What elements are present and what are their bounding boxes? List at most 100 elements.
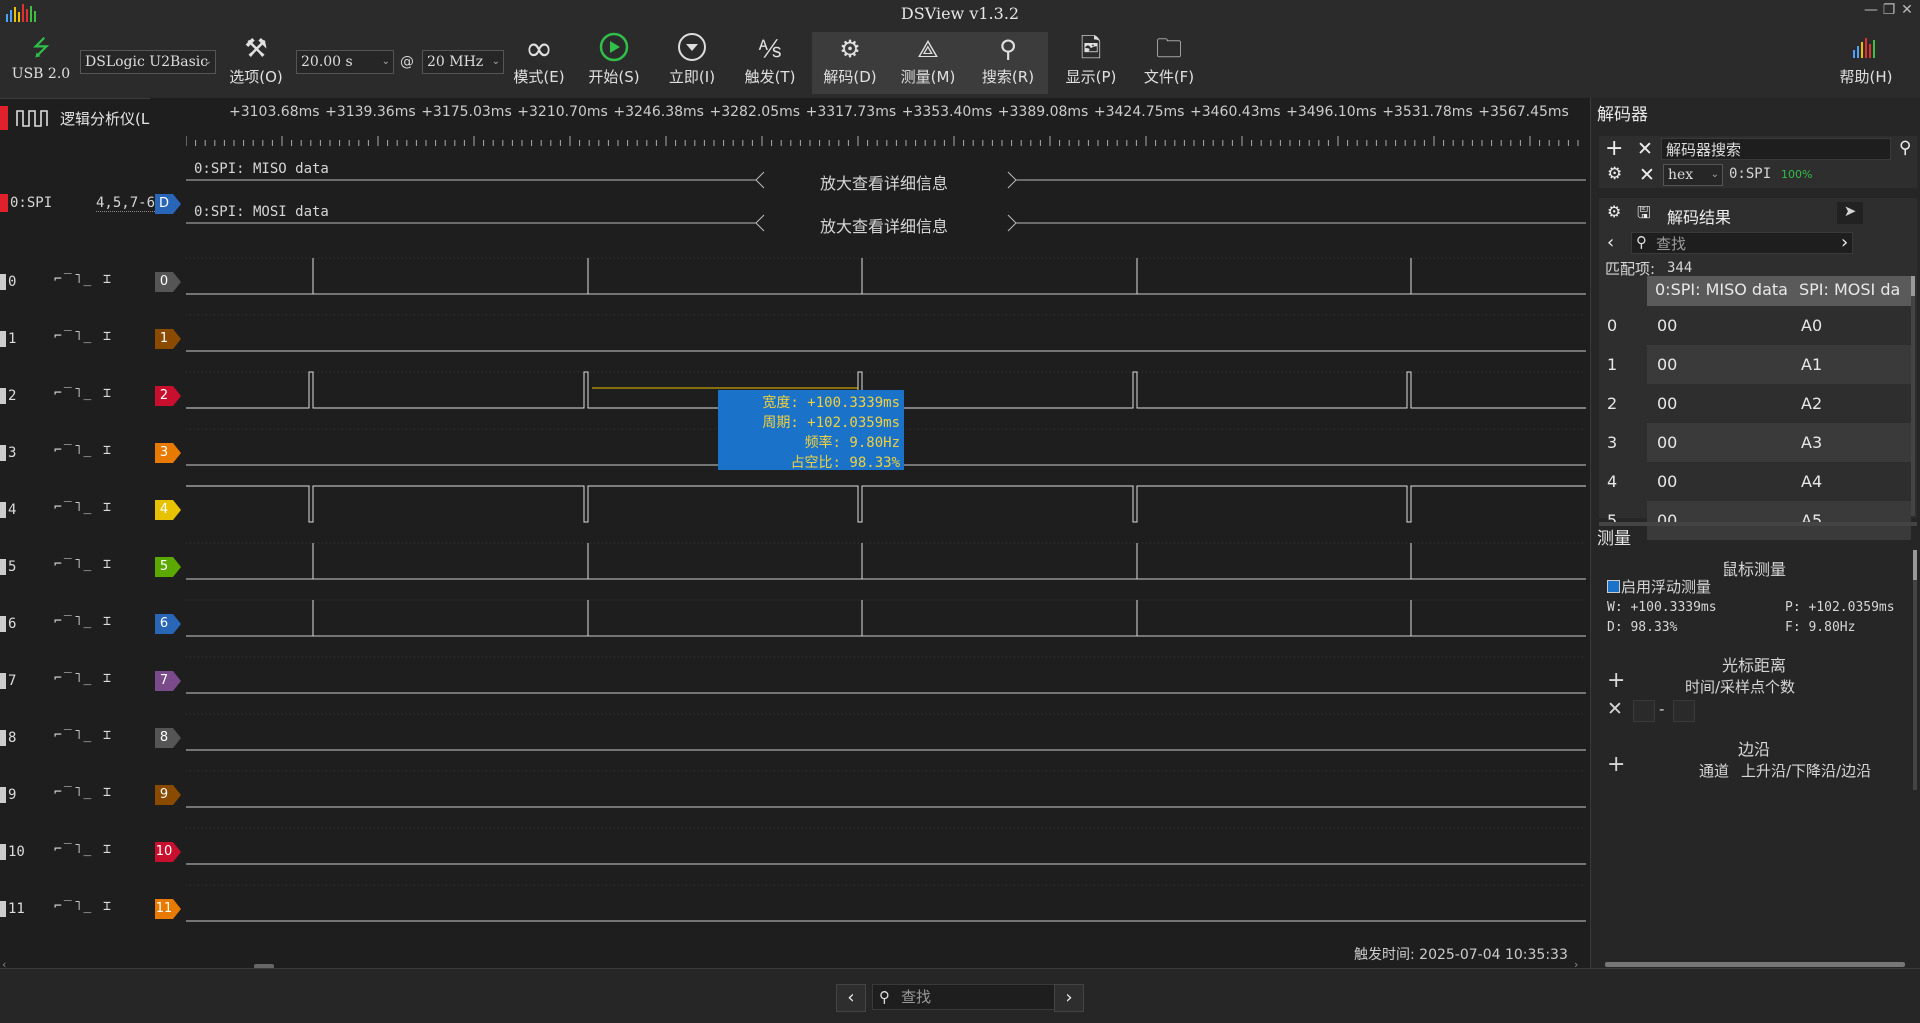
decoder-section: + ✕ 解码器搜索 ⚲ ⚙ ✕ hex ⌄ 0:SPI 100%: [1599, 136, 1917, 188]
file-button[interactable]: 🗀 文件(F): [1134, 32, 1204, 94]
channel-tag: 9: [155, 785, 181, 805]
trigger-type-selector[interactable]: ⌐‾˥_ ⌶: [54, 842, 113, 857]
measure-vscroll[interactable]: [1913, 550, 1917, 790]
trigger-type-selector[interactable]: ⌐‾˥_ ⌶: [54, 329, 113, 344]
delete-decoder-icon[interactable]: ✕: [1639, 164, 1655, 186]
row-mosi: A5: [1801, 511, 1823, 530]
channel-header[interactable]: 1 ⌐‾˥_ ⌶ 1: [0, 327, 186, 357]
channel-marker: [0, 844, 6, 860]
navigate-icon[interactable]: ➤: [1837, 202, 1863, 224]
display-button[interactable]: 🖻 显示(P): [1056, 32, 1126, 94]
start-button[interactable]: 开始(S): [580, 32, 648, 94]
trigger-type-selector[interactable]: ⌐‾˥_ ⌶: [54, 671, 113, 686]
help-button[interactable]: 帮助(H): [1828, 32, 1904, 94]
remove-cursor-icon[interactable]: ✕: [1607, 698, 1623, 720]
save-icon[interactable]: 🖫: [1637, 202, 1651, 229]
results-find-input[interactable]: ⚲ 查找: [1631, 232, 1853, 254]
decode-button[interactable]: ⚙ 解码(D): [812, 32, 888, 94]
float-measure-checkbox[interactable]: [1607, 580, 1620, 593]
search-button[interactable]: ⚲ 搜索(R): [968, 32, 1048, 94]
channel-header[interactable]: 9 ⌐‾˥_ ⌶ 9: [0, 783, 186, 813]
options-button[interactable]: ⚒ 选项(O): [226, 32, 286, 94]
column-mosi[interactable]: SPI: MOSI da: [1799, 280, 1900, 299]
trigger-button[interactable]: ⅍ 触发(T): [736, 32, 804, 94]
channel-header[interactable]: 4 ⌐‾˥_ ⌶ 4: [0, 498, 186, 528]
trigger-type-selector[interactable]: ⌐‾˥_ ⌶: [54, 272, 113, 287]
row-mosi: A4: [1801, 472, 1823, 491]
add-decoder-icon[interactable]: +: [1605, 136, 1623, 161]
next-result-icon[interactable]: ›: [1841, 232, 1848, 253]
cursor-start-select[interactable]: [1633, 700, 1655, 722]
waveform-area[interactable]: [186, 150, 1586, 940]
table-row[interactable]: 2 00 A2: [1599, 384, 1911, 423]
table-row[interactable]: 4 00 A4: [1599, 462, 1911, 501]
prev-search-icon[interactable]: ‹: [836, 984, 866, 1012]
spi-decoder-header[interactable]: 0:SPI 4,5,7-6 D: [0, 190, 186, 218]
decoder-search-input[interactable]: 解码器搜索: [1661, 138, 1891, 160]
results-vscroll[interactable]: [1911, 276, 1915, 516]
channel-header[interactable]: 6 ⌐‾˥_ ⌶ 6: [0, 612, 186, 642]
results-options-icon[interactable]: ⚙: [1607, 202, 1621, 221]
channel-header[interactable]: 0 ⌐‾˥_ ⌶ 0: [0, 270, 186, 300]
trigger-type-selector[interactable]: ⌐‾˥_ ⌶: [54, 785, 113, 800]
restore-icon[interactable]: ❐: [1880, 2, 1898, 20]
close-icon[interactable]: ✕: [1898, 2, 1916, 20]
table-row[interactable]: 1 00 A1: [1599, 345, 1911, 384]
trigger-type-selector[interactable]: ⌐‾˥_ ⌶: [54, 899, 113, 914]
instant-button[interactable]: 立即(I): [658, 32, 726, 94]
channel-header[interactable]: 8 ⌐‾˥_ ⌶ 8: [0, 726, 186, 756]
bottom-find-input[interactable]: ⚲ 查找: [872, 984, 1078, 1010]
search-icon[interactable]: ⚲: [1899, 138, 1911, 158]
channel-header[interactable]: 10 ⌐‾˥_ ⌶ 10: [0, 840, 186, 870]
trigger-type-selector[interactable]: ⌐‾˥_ ⌶: [54, 614, 113, 629]
table-row[interactable]: 0 00 A0: [1599, 306, 1911, 345]
float-measure-label: 启用浮动测量: [1621, 578, 1712, 596]
decode-icon: ⚙: [839, 35, 861, 63]
column-miso[interactable]: 0:SPI: MISO data: [1655, 280, 1788, 299]
time-ruler[interactable]: +3103.68ms +3139.36ms +3175.03ms +3210.70ms…: [150, 98, 1590, 150]
tooltip-width: 宽度: +100.3339ms: [762, 395, 900, 411]
measure-icon: ⟁: [917, 35, 939, 63]
add-edge-icon[interactable]: +: [1607, 752, 1625, 777]
tick-label: +3317.73ms: [805, 104, 897, 120]
next-search-icon[interactable]: ›: [1054, 984, 1084, 1012]
channel-marker: [0, 274, 6, 290]
usb-status[interactable]: ⭍ USB 2.0: [8, 32, 74, 94]
channel-header[interactable]: 2 ⌐‾˥_ ⌶ 2: [0, 384, 186, 414]
samplerate-select[interactable]: 20 MHz ⌄: [422, 50, 504, 74]
mode-button[interactable]: ∞ 模式(E): [504, 32, 574, 94]
cursor-distance-title: 光标距离: [1721, 656, 1786, 675]
device-select[interactable]: DSLogic U2Basic ⌄: [80, 50, 216, 74]
spi-tag: D: [155, 194, 181, 214]
trigger-type-selector[interactable]: ⌐‾˥_ ⌶: [54, 728, 113, 743]
channel-header[interactable]: 3 ⌐‾˥_ ⌶ 3: [0, 441, 186, 471]
tick-label: +3353.40ms: [901, 104, 993, 120]
channel-header[interactable]: 5 ⌐‾˥_ ⌶ 5: [0, 555, 186, 585]
remove-decoder-icon[interactable]: ✕: [1637, 138, 1653, 160]
duration-select[interactable]: 20.00 s ⌄: [296, 50, 394, 74]
table-row[interactable]: 5 00 A5: [1599, 501, 1911, 540]
measure-width: W: +100.3339ms: [1607, 600, 1717, 615]
tick-label: +3567.45ms: [1478, 104, 1569, 120]
measure-panel-title: 测量: [1597, 529, 1631, 549]
table-row[interactable]: 3 00 A3: [1599, 423, 1911, 462]
trigger-type-selector[interactable]: ⌐‾˥_ ⌶: [54, 500, 113, 515]
channel-marker: [0, 787, 6, 803]
results-hscroll[interactable]: [1599, 522, 1917, 526]
ruler-ticks: [186, 136, 1579, 146]
cursor-end-select[interactable]: [1673, 700, 1695, 722]
format-select[interactable]: hex ⌄: [1663, 164, 1723, 186]
decoder-options-icon[interactable]: ⚙: [1607, 164, 1622, 184]
tick-label: +3424.75ms: [1093, 104, 1185, 120]
add-cursor-icon[interactable]: +: [1607, 668, 1625, 693]
trigger-type-selector[interactable]: ⌐‾˥_ ⌶: [54, 557, 113, 572]
mosi-row-label: 0:SPI: MOSI data: [194, 204, 329, 220]
trigger-type-selector[interactable]: ⌐‾˥_ ⌶: [54, 386, 113, 401]
channel-header[interactable]: 11 ⌐‾˥_ ⌶ 11: [0, 897, 186, 927]
measure-button[interactable]: ⟁ 测量(M): [888, 32, 968, 94]
minimize-icon[interactable]: —: [1862, 2, 1880, 20]
prev-result-icon[interactable]: ‹: [1607, 232, 1614, 253]
channel-header[interactable]: 7 ⌐‾˥_ ⌶ 7: [0, 669, 186, 699]
title-bar: DSView v1.3.2 — ❐ ✕: [0, 0, 1920, 28]
trigger-type-selector[interactable]: ⌐‾˥_ ⌶: [54, 443, 113, 458]
